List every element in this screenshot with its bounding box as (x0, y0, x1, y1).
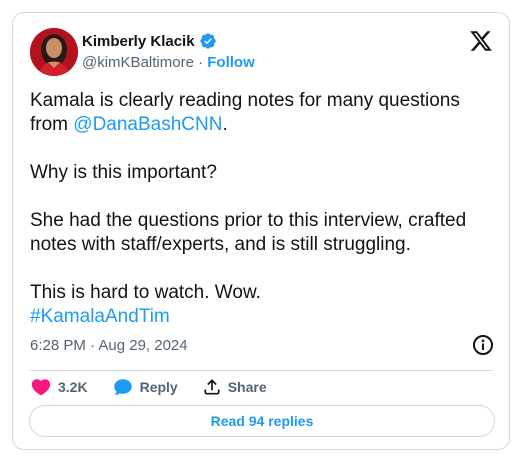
info-icon[interactable] (471, 333, 495, 357)
action-bar: 3.2K Reply Share (30, 375, 291, 399)
reply-button[interactable]: Reply (112, 376, 178, 398)
verified-badge-icon (199, 32, 217, 50)
tweet-card: Kimberly Klacik @kimKBaltimore · Follow … (12, 12, 510, 450)
author-handle[interactable]: @kimKBaltimore (82, 54, 194, 71)
author-name-row: Kimberly Klacik (82, 32, 217, 50)
x-logo-icon[interactable] (469, 29, 493, 53)
tweet-timestamp[interactable]: 6:28 PM · Aug 29, 2024 (30, 337, 188, 354)
avatar[interactable] (30, 28, 78, 76)
follow-button[interactable]: Follow (207, 54, 255, 71)
tweet-paragraph-4: This is hard to watch. Wow. #KamalaAndTim (30, 281, 500, 329)
like-button[interactable]: 3.2K (30, 376, 88, 398)
reply-bubble-icon (112, 376, 134, 398)
like-count: 3.2K (58, 379, 88, 395)
hashtag-link[interactable]: #KamalaAndTim (30, 306, 170, 327)
tweet-paragraph-3: She had the questions prior to this inte… (30, 210, 467, 255)
separator-dot: · (198, 54, 208, 71)
reply-label: Reply (139, 379, 178, 395)
tweet-text-4: This is hard to watch. Wow. (30, 282, 261, 303)
author-handle-row: @kimKBaltimore · Follow (82, 54, 255, 71)
share-icon (202, 377, 222, 397)
share-button[interactable]: Share (202, 377, 267, 397)
divider (30, 370, 493, 371)
tweet-paragraph-2: Why is this important? (30, 162, 217, 183)
read-replies-button[interactable]: Read 94 replies (29, 405, 495, 437)
mention-link[interactable]: @DanaBashCNN (73, 114, 222, 135)
share-label: Share (227, 379, 267, 395)
heart-icon (30, 376, 52, 398)
tweet-text-1-end: . (222, 114, 228, 135)
author-name[interactable]: Kimberly Klacik (82, 33, 195, 50)
tweet-body: Kamala is clearly reading notes for many… (30, 89, 500, 329)
tweet-paragraph-1: Kamala is clearly reading notes for many… (30, 89, 500, 137)
